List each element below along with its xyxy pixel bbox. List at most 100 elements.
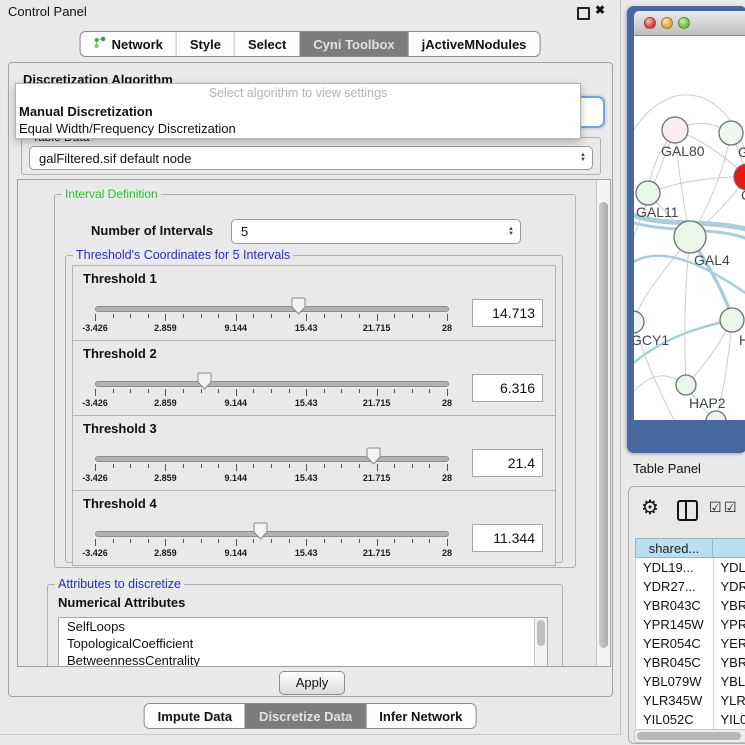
apply-button[interactable]: Apply: [279, 671, 345, 695]
combo-stepper-icon: ▲▼: [580, 153, 586, 163]
network-node-GAL4[interactable]: [674, 221, 706, 253]
table-row[interactable]: YDL19...YDL1: [636, 558, 745, 577]
algorithm-dropdown-popup: Select algorithm to view settings Manual…: [15, 83, 581, 139]
network-node-HAP2[interactable]: [676, 375, 696, 395]
network-node-GCY1[interactable]: [634, 311, 644, 333]
network-canvas[interactable]: GAL80GCGAL11GAL4GCY1HHAP2: [634, 36, 745, 420]
cell-name[interactable]: YDL1: [713, 558, 745, 577]
table-row[interactable]: YER054CYER0: [636, 634, 745, 653]
table-row[interactable]: YBR045CYBR0: [636, 653, 745, 672]
cell-shared-name[interactable]: YER054C: [636, 634, 713, 653]
threshold-value-field[interactable]: 11.344: [472, 524, 543, 552]
cell-name[interactable]: YBR0: [713, 596, 745, 615]
network-node-GAL11[interactable]: [636, 181, 660, 205]
attribute-item[interactable]: TopologicalCoefficient: [59, 635, 547, 652]
slider-knob[interactable]: [253, 522, 268, 540]
tab-jactivemnodules[interactable]: jActiveMNodules: [408, 32, 540, 56]
table-row[interactable]: YBR043CYBR0: [636, 596, 745, 615]
network-window-titlebar[interactable]: [634, 11, 745, 36]
slider-knob[interactable]: [291, 297, 306, 315]
tab-network[interactable]: Network: [81, 32, 176, 56]
column-header[interactable]: shared...: [635, 538, 713, 558]
cell-shared-name[interactable]: YLR345W: [636, 691, 713, 710]
settings-scroll-panel: Interval Definition Number of Intervals …: [17, 179, 611, 667]
tab-select[interactable]: Select: [234, 32, 299, 56]
threshold-value-field[interactable]: 6.316: [472, 374, 543, 402]
table-row[interactable]: YBL079WYBL0: [636, 672, 745, 691]
table-row[interactable]: YIL052CYIL0: [636, 710, 745, 729]
close-traffic-light-icon[interactable]: [644, 17, 656, 29]
cell-name[interactable]: YER0: [713, 634, 745, 653]
panel-scrollbar[interactable]: [596, 180, 610, 666]
slider-knob[interactable]: [197, 372, 212, 390]
column-header[interactable]: na: [713, 538, 745, 558]
node-label: GCY1: [634, 332, 669, 348]
tab-style[interactable]: Style: [176, 32, 234, 56]
network-node-G[interactable]: [719, 121, 743, 145]
checkbox-icon[interactable]: ☑: [724, 499, 737, 516]
table-horizontal-scrollbar[interactable]: [634, 729, 745, 743]
attributes-group: Attributes to discretize Numerical Attri…: [47, 584, 563, 667]
cell-name[interactable]: YBL0: [713, 672, 745, 691]
float-window-icon[interactable]: [577, 7, 590, 20]
cell-shared-name[interactable]: YBL079W: [636, 672, 713, 691]
slider-ticks: [95, 464, 447, 472]
cell-name[interactable]: YIL0: [713, 710, 745, 729]
table-row[interactable]: YPR145WYPR1: [636, 615, 745, 634]
threshold-panel-2: Threshold 2-3.4262.8599.14415.4321.71528…: [72, 340, 556, 416]
network-view-window: GAL80GCGAL11GAL4GCY1HHAP2: [627, 6, 745, 453]
threshold-slider-track[interactable]: [95, 456, 449, 462]
table-row[interactable]: YDR27...YDR2: [636, 577, 745, 596]
network-node-GAL80[interactable]: [662, 117, 688, 143]
slider-ticks: [95, 539, 447, 547]
attribute-item[interactable]: BetweennessCentrality: [59, 652, 547, 667]
gear-icon[interactable]: ⚙: [641, 495, 659, 520]
node-label: GAL4: [694, 252, 730, 268]
cell-name[interactable]: YBR0: [713, 653, 745, 672]
tab-cyni-toolbox[interactable]: Cyni Toolbox: [299, 32, 407, 56]
cell-name[interactable]: YLR3: [713, 691, 745, 710]
tab-infer-network[interactable]: Infer Network: [365, 704, 475, 728]
checkbox-icon[interactable]: ☑: [709, 499, 722, 516]
slider-tick-labels: -3.4262.8599.14415.4321.71528: [95, 398, 447, 408]
tab-label: Select: [248, 37, 286, 52]
cell-shared-name[interactable]: YIL052C: [636, 710, 713, 729]
threshold-slider-track[interactable]: [95, 531, 449, 537]
cyni-toolbox-panel: Discretization Algorithm Select algorith…: [8, 62, 613, 697]
threshold-slider-track[interactable]: [95, 306, 449, 312]
algorithm-option[interactable]: Equal Width/Frequency Discretization: [16, 120, 580, 137]
algorithm-option[interactable]: Manual Discretization: [16, 103, 580, 120]
cell-shared-name[interactable]: YBR045C: [636, 653, 713, 672]
tick-label: 28: [442, 398, 452, 408]
tick-label: -3.426: [82, 323, 108, 333]
threshold-value-field[interactable]: 14.713: [472, 299, 543, 327]
tab-impute-data[interactable]: Impute Data: [145, 704, 245, 728]
number-of-intervals-combobox[interactable]: 5 ▲▼: [231, 219, 521, 244]
attribute-item[interactable]: SelfLoops: [59, 618, 547, 635]
cell-shared-name[interactable]: YDR27...: [636, 577, 713, 596]
threshold-value-field[interactable]: 21.4: [472, 449, 543, 477]
attributes-scrollbar[interactable]: [534, 618, 547, 667]
table-row[interactable]: YLR345WYLR3: [636, 691, 745, 710]
network-node-H[interactable]: [720, 308, 744, 332]
number-of-intervals-label: Number of Intervals: [91, 223, 213, 238]
cell-shared-name[interactable]: YBR043C: [636, 596, 713, 615]
threshold-slider-track[interactable]: [95, 381, 449, 387]
cell-shared-name[interactable]: YDL19...: [636, 558, 713, 577]
tab-discretize-data[interactable]: Discretize Data: [245, 704, 365, 728]
table-data-combobox[interactable]: galFiltered.sif default node ▲▼: [29, 146, 593, 170]
close-window-icon[interactable]: ✖: [595, 3, 605, 17]
columns-icon[interactable]: [677, 500, 698, 521]
cell-name[interactable]: YPR1: [713, 615, 745, 634]
network-node-partial[interactable]: [706, 411, 726, 420]
interval-definition-legend: Interval Definition: [62, 187, 161, 201]
threshold-panel-4: Threshold 4-3.4262.8599.14415.4321.71528…: [72, 490, 556, 566]
minimize-traffic-light-icon[interactable]: [661, 17, 673, 29]
cell-shared-name[interactable]: YPR145W: [636, 615, 713, 634]
tick-label: 2.859: [154, 398, 177, 408]
zoom-traffic-light-icon[interactable]: [678, 17, 690, 29]
slider-knob[interactable]: [366, 447, 381, 465]
attributes-list[interactable]: SelfLoopsTopologicalCoefficientBetweenne…: [58, 617, 548, 667]
tab-label: Impute Data: [158, 709, 232, 724]
cell-name[interactable]: YDR2: [713, 577, 745, 596]
